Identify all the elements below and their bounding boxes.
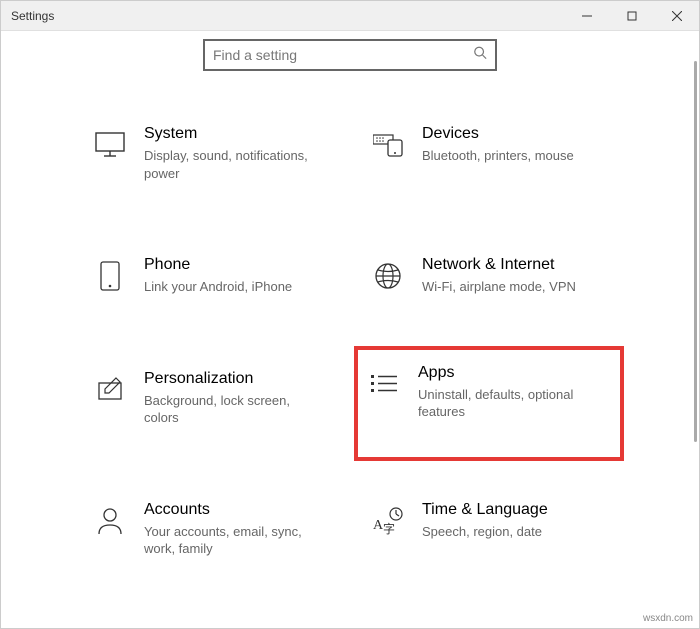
tile-title: Network & Internet xyxy=(422,256,606,274)
tile-title: Accounts xyxy=(144,501,328,519)
close-button[interactable] xyxy=(654,1,699,31)
tile-title: Devices xyxy=(422,125,606,143)
svg-text:字: 字 xyxy=(383,521,395,535)
tile-title: Apps xyxy=(418,364,610,382)
content-area: System Display, sound, notifications, po… xyxy=(1,31,699,628)
tile-apps[interactable]: Apps Uninstall, defaults, optional featu… xyxy=(368,364,610,421)
titlebar: Settings xyxy=(1,1,699,31)
tile-desc: Link your Android, iPhone xyxy=(144,278,328,296)
tile-network[interactable]: Network & Internet Wi-Fi, airplane mode,… xyxy=(368,250,610,302)
tile-desc: Uninstall, defaults, optional features xyxy=(418,386,610,421)
window-controls xyxy=(564,1,699,31)
search-box[interactable] xyxy=(203,39,497,71)
search-input[interactable] xyxy=(205,41,495,69)
search-icon xyxy=(473,46,487,65)
tile-personalization[interactable]: Personalization Background, lock screen,… xyxy=(90,364,332,433)
apps-highlight: Apps Uninstall, defaults, optional featu… xyxy=(354,346,624,461)
globe-icon xyxy=(372,260,404,292)
list-icon xyxy=(368,368,400,400)
tile-system[interactable]: System Display, sound, notifications, po… xyxy=(90,119,332,188)
tile-accounts[interactable]: Accounts Your accounts, email, sync, wor… xyxy=(90,495,332,564)
tile-devices[interactable]: Devices Bluetooth, printers, mouse xyxy=(368,119,610,188)
tile-desc: Your accounts, email, sync, work, family xyxy=(144,523,328,558)
maximize-button[interactable] xyxy=(609,1,654,31)
display-icon xyxy=(94,129,126,161)
tile-desc: Bluetooth, printers, mouse xyxy=(422,147,606,165)
scrollbar-thumb[interactable] xyxy=(694,61,697,442)
close-icon xyxy=(672,11,682,21)
scrollbar[interactable] xyxy=(694,61,697,622)
paintbrush-icon xyxy=(94,374,126,406)
watermark: wsxdn.com xyxy=(643,613,693,624)
tile-desc: Wi-Fi, airplane mode, VPN xyxy=(422,278,606,296)
phone-icon xyxy=(94,260,126,292)
minimize-icon xyxy=(582,11,592,21)
tile-desc: Display, sound, notifications, power xyxy=(144,147,328,182)
window-title: Settings xyxy=(11,9,54,23)
maximize-icon xyxy=(627,11,637,21)
tile-time-language[interactable]: A字 Time & Language Speech, region, date xyxy=(368,495,610,564)
person-icon xyxy=(94,505,126,537)
tile-title: System xyxy=(144,125,328,143)
tile-title: Phone xyxy=(144,256,328,274)
time-language-icon: A字 xyxy=(372,505,404,537)
tile-phone[interactable]: Phone Link your Android, iPhone xyxy=(90,250,332,302)
tile-title: Time & Language xyxy=(422,501,606,519)
devices-icon xyxy=(372,129,404,161)
tile-desc: Speech, region, date xyxy=(422,523,606,541)
settings-grid: System Display, sound, notifications, po… xyxy=(90,119,610,564)
minimize-button[interactable] xyxy=(564,1,609,31)
tile-title: Personalization xyxy=(144,370,328,388)
tile-desc: Background, lock screen, colors xyxy=(144,392,328,427)
